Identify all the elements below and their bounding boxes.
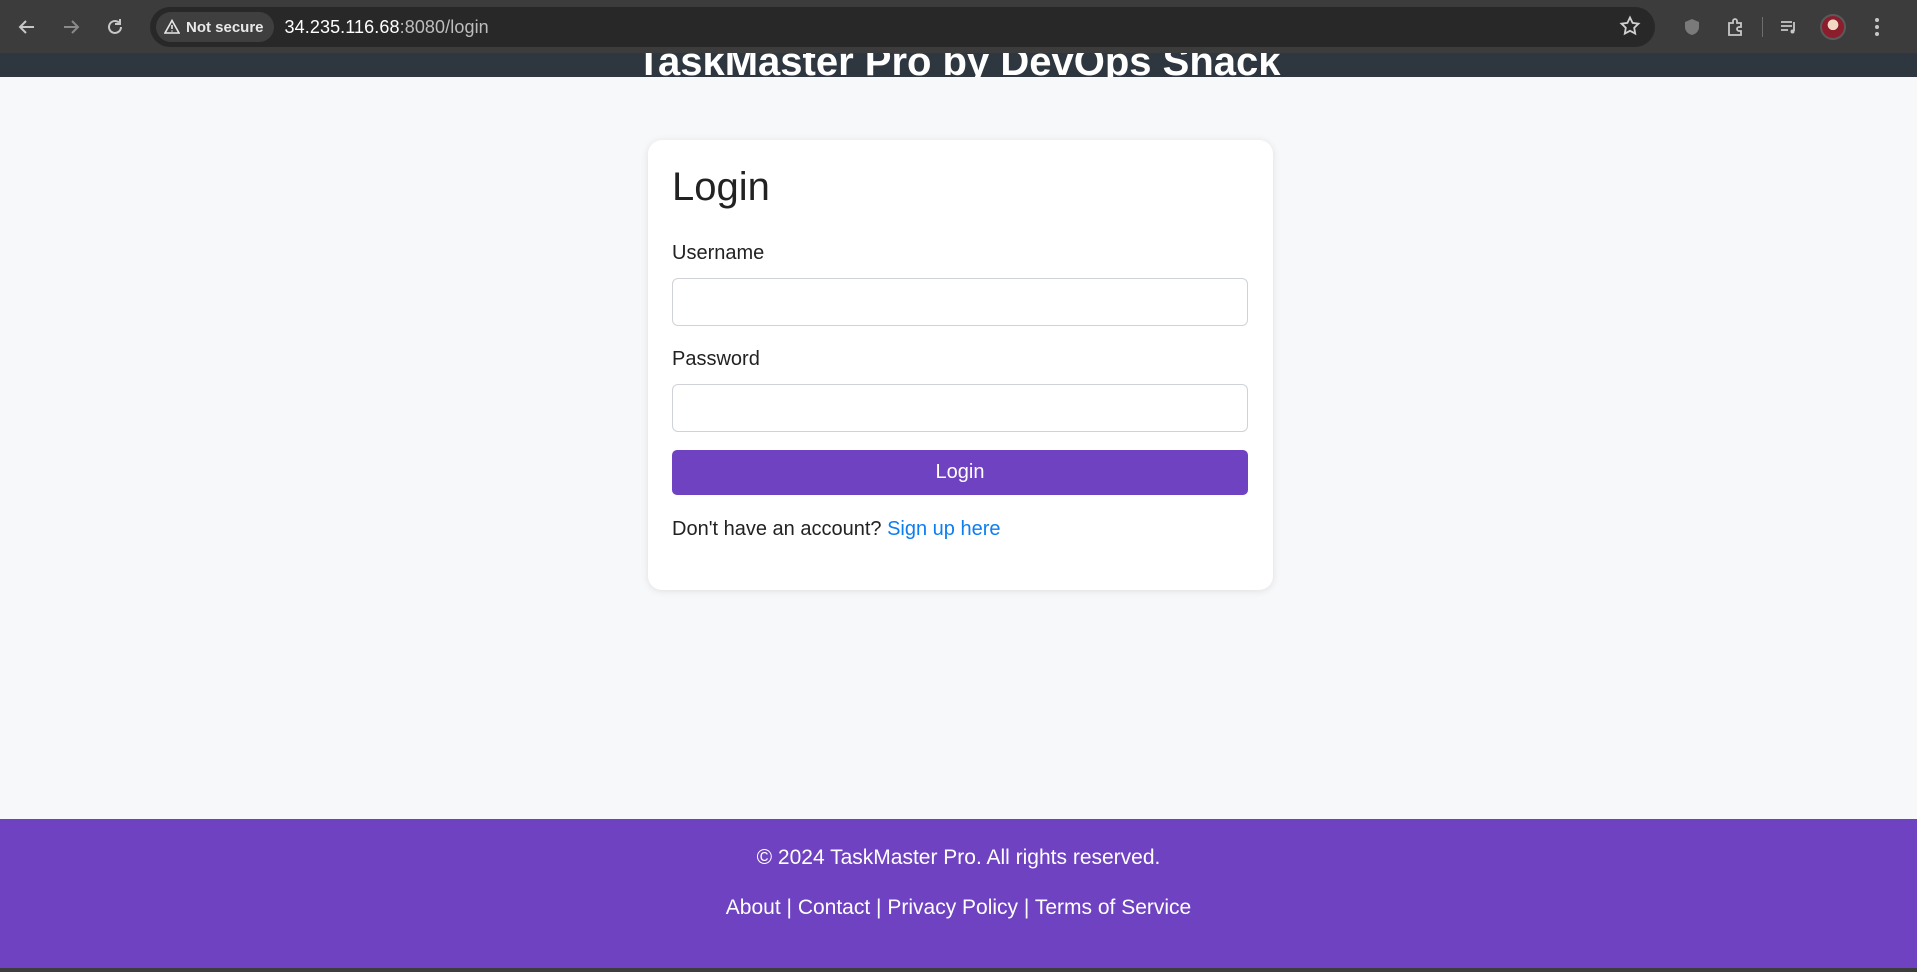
url-text[interactable]: 34.235.116.68:8080/login — [285, 17, 489, 38]
address-bar[interactable]: Not secure 34.235.116.68:8080/login — [150, 7, 1655, 47]
back-icon — [18, 19, 34, 34]
footer-links: About | Contact | Privacy Policy | Terms… — [0, 896, 1917, 920]
reload-button[interactable] — [93, 5, 137, 49]
url-host: 34.235.116.68 — [284, 16, 400, 37]
avatar — [1820, 13, 1846, 40]
url-path: :8080/login — [399, 16, 489, 37]
security-label: Not secure — [186, 18, 264, 36]
site-title: TaskMaster Pro by DevOps Shack — [636, 53, 1281, 77]
footer-separator: | — [876, 896, 882, 919]
footer-link-contact[interactable]: Contact — [798, 896, 870, 919]
footer-separator: | — [786, 896, 792, 919]
footer-link-about[interactable]: About — [726, 896, 781, 919]
browser-toolbar: Not secure 34.235.116.68:8080/login — [0, 0, 1917, 53]
login-card: Login Username Password Login Don't have… — [648, 140, 1273, 590]
footer-separator: | — [1023, 896, 1030, 919]
extension-shield-button[interactable] — [1670, 5, 1714, 49]
username-input[interactable] — [672, 278, 1248, 326]
security-chip[interactable]: Not secure — [156, 12, 274, 42]
profile-button[interactable] — [1811, 5, 1855, 49]
password-label: Password — [672, 348, 760, 370]
password-input[interactable] — [672, 384, 1248, 432]
signup-link[interactable]: Sign up here — [887, 518, 1000, 540]
forward-button[interactable] — [49, 5, 93, 49]
reload-icon — [108, 18, 122, 34]
browser-menu-button[interactable] — [1855, 5, 1899, 49]
warning-icon — [164, 19, 180, 34]
extensions-icon — [1728, 17, 1742, 36]
media-control-button[interactable] — [1767, 5, 1811, 49]
toolbar-divider — [1762, 16, 1763, 37]
footer-link-terms[interactable]: Terms of Service — [1035, 896, 1191, 919]
menu-icon — [1875, 17, 1879, 36]
site-footer: © 2024 TaskMaster Pro. All rights reserv… — [0, 819, 1917, 968]
footer-copyright: © 2024 TaskMaster Pro. All rights reserv… — [756, 846, 1161, 869]
forward-icon — [64, 19, 80, 34]
window-bottom-border — [0, 968, 1917, 972]
username-label: Username — [672, 242, 765, 264]
star-icon — [1619, 15, 1641, 36]
shield-icon — [1685, 18, 1699, 35]
signup-prompt-text: Don't have an account? — [672, 518, 882, 540]
site-header: TaskMaster Pro by DevOps Shack — [0, 53, 1917, 77]
media-icon — [1781, 20, 1795, 33]
signup-prompt: Don't have an account? Sign up here — [672, 518, 1001, 541]
extensions-button[interactable] — [1714, 5, 1758, 49]
footer-link-privacy[interactable]: Privacy Policy — [887, 896, 1018, 919]
login-heading: Login — [672, 165, 770, 209]
login-button[interactable]: Login — [672, 450, 1248, 495]
bookmark-button[interactable] — [1619, 15, 1641, 42]
back-button[interactable] — [5, 5, 49, 49]
